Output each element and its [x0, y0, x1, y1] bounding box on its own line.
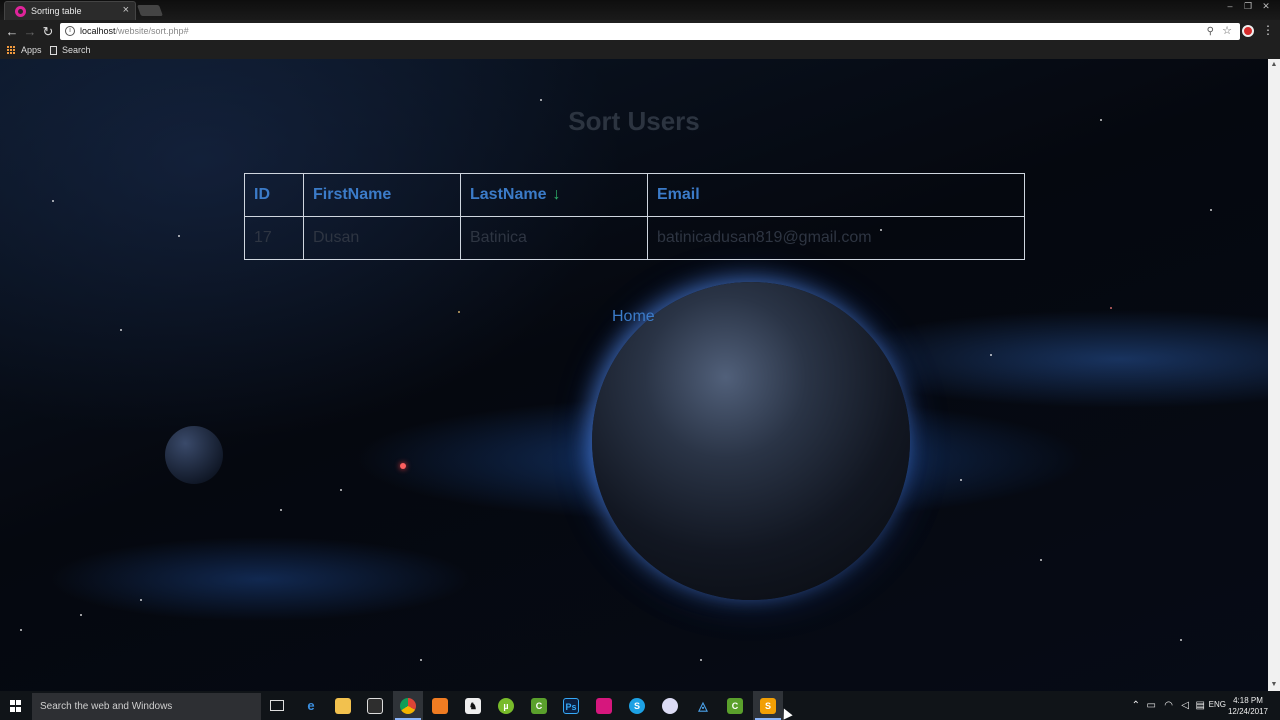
column-header-firstname: FirstName: [303, 173, 461, 217]
task-view-icon[interactable]: [270, 700, 284, 711]
tray-network-icon[interactable]: ◠: [1164, 700, 1173, 711]
users-table: ID FirstName LastName ↓ Email 17 Dusan Ba…: [244, 173, 1025, 260]
media-player-icon[interactable]: [662, 698, 678, 714]
bookmark-apps-label: Apps: [21, 45, 42, 55]
menu-icon[interactable]: ⋮: [1262, 23, 1274, 37]
sort-by-firstname-link[interactable]: FirstName: [313, 186, 391, 203]
tray-notification-icon[interactable]: ▤: [1196, 700, 1205, 711]
bookmark-search[interactable]: Search: [50, 45, 91, 55]
window-controls: – ❐ ✕: [1222, 0, 1274, 12]
apps-grid-icon: [7, 45, 16, 55]
scroll-down-icon[interactable]: ▼: [1268, 679, 1280, 691]
red-star-image: [400, 463, 406, 469]
sort-arrow-down-icon: ↓: [552, 186, 561, 203]
zoom-icon[interactable]: ⚲: [1207, 23, 1214, 40]
minimize-icon[interactable]: –: [1222, 0, 1238, 12]
bookmarks-bar: Apps Search: [0, 43, 1280, 59]
cell-id: 17: [244, 216, 304, 260]
sort-by-email-link[interactable]: Email: [657, 186, 700, 203]
column-header-email: Email: [647, 173, 1025, 217]
tray-date: 12/24/2017: [1227, 707, 1268, 716]
info-icon[interactable]: i: [65, 26, 75, 36]
home-link[interactable]: Home: [612, 308, 655, 326]
scroll-up-icon[interactable]: ▲: [1268, 59, 1280, 71]
sublime-text-icon[interactable]: S: [760, 698, 776, 714]
browser-tabstrip: Sorting table × – ❐ ✕: [0, 0, 1280, 20]
page-title: Sort Users: [568, 106, 700, 136]
url-host: localhost: [80, 26, 116, 36]
restore-icon[interactable]: ❐: [1240, 0, 1256, 12]
tray-clock[interactable]: 4:18 PM 12/24/2017: [1228, 695, 1268, 717]
inkscape-icon[interactable]: ♞: [465, 698, 481, 714]
close-window-icon[interactable]: ✕: [1258, 0, 1274, 12]
cell-firstname: Dusan: [303, 216, 461, 260]
azure-icon[interactable]: ◬: [695, 698, 711, 714]
bookmark-search-label: Search: [62, 45, 91, 55]
edge-icon[interactable]: e: [303, 698, 319, 714]
planet-image: [592, 282, 910, 600]
camtasia-recorder-icon[interactable]: C: [727, 698, 743, 714]
tray-language[interactable]: ENG: [1209, 700, 1226, 709]
tab-favicon-icon: [15, 6, 26, 17]
camtasia-icon[interactable]: C: [531, 698, 547, 714]
sort-by-id-link[interactable]: ID: [254, 186, 270, 203]
pink-app-icon[interactable]: [596, 698, 612, 714]
brave-icon[interactable]: [432, 698, 448, 714]
cell-email: batinicadusan819@gmail.com: [647, 216, 1025, 260]
tray-time: 4:18 PM: [1233, 696, 1263, 705]
sort-by-lastname-link[interactable]: LastName: [470, 186, 546, 203]
browser-toolbar: ← → ↻ i localhost/website/sort.php# ⚲ ☆ …: [0, 20, 1280, 43]
photoshop-icon[interactable]: Ps: [563, 698, 579, 714]
utorrent-icon[interactable]: µ: [498, 698, 514, 714]
column-header-lastname: LastName ↓: [460, 173, 648, 217]
opera-extension-icon[interactable]: [1242, 25, 1254, 37]
tab-title: Sorting table: [31, 6, 82, 16]
chrome-icon[interactable]: [400, 698, 416, 714]
store-icon[interactable]: [367, 698, 383, 714]
skype-icon[interactable]: S: [629, 698, 645, 714]
tab-close-icon[interactable]: ×: [123, 4, 129, 16]
address-bar[interactable]: i localhost/website/sort.php# ⚲ ☆: [60, 23, 1240, 40]
cell-lastname: Batinica: [460, 216, 648, 260]
start-button[interactable]: [0, 691, 32, 720]
url-path: /website/sort.php#: [115, 26, 189, 36]
bookmark-apps[interactable]: Apps: [7, 45, 42, 55]
table-header-row: ID FirstName LastName ↓ Email: [244, 173, 1025, 217]
forward-icon[interactable]: →: [22, 24, 38, 40]
new-tab-button[interactable]: [136, 5, 164, 16]
back-icon[interactable]: ←: [4, 24, 20, 40]
windows-logo-icon: [10, 700, 22, 712]
vertical-scrollbar[interactable]: ▲ ▼: [1268, 59, 1280, 691]
tray-battery-icon[interactable]: ▭: [1147, 700, 1156, 711]
tab-sorting-table[interactable]: Sorting table ×: [4, 1, 136, 20]
windows-taskbar: Search the web and Windows e ♞ µ C Ps S …: [0, 691, 1280, 720]
column-header-id: ID: [244, 173, 304, 217]
small-moon-image: [165, 426, 223, 484]
page-icon: [50, 45, 57, 55]
page-viewport: Sort Users ID FirstName LastName ↓ Email …: [0, 59, 1268, 691]
tray-volume-icon[interactable]: ◁: [1181, 700, 1189, 711]
taskbar-search-input[interactable]: Search the web and Windows: [32, 693, 261, 720]
url-text: localhost/website/sort.php#: [80, 23, 189, 40]
tray-chevron-up-icon[interactable]: ⌃: [1132, 700, 1140, 711]
file-explorer-icon[interactable]: [335, 698, 351, 714]
table-row: 17 Dusan Batinica batinicadusan819@gmail…: [244, 216, 1025, 260]
star-icon[interactable]: ☆: [1222, 23, 1232, 40]
reload-icon[interactable]: ↻: [40, 24, 56, 40]
